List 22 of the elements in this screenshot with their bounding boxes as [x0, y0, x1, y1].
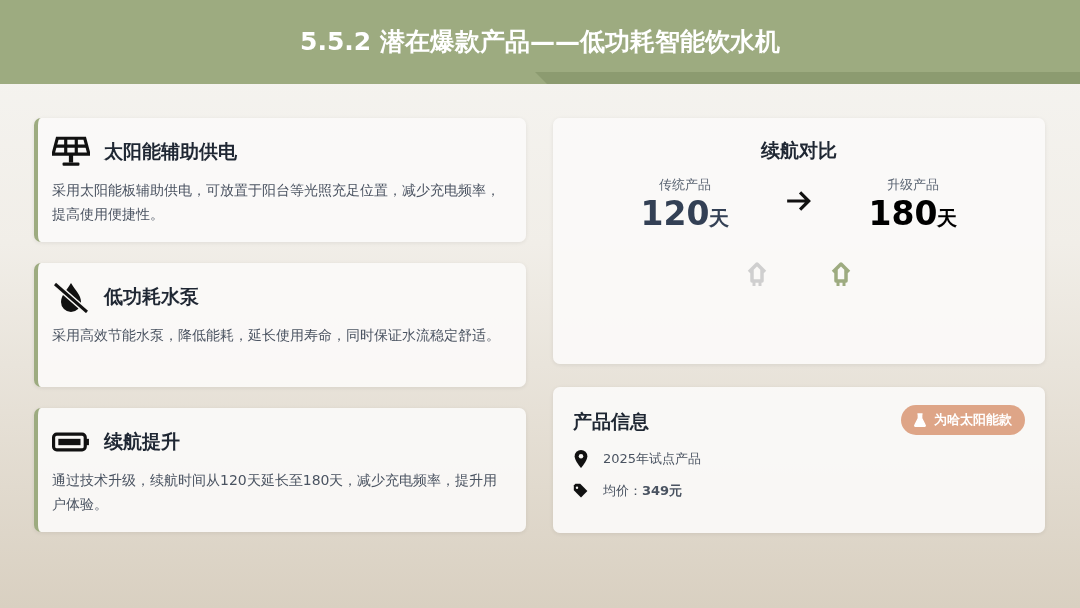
info-title: 产品信息	[573, 409, 649, 434]
right-arrow-icon	[785, 190, 813, 212]
comparison-label: 传统产品	[659, 176, 711, 194]
feature-title: 低功耗水泵	[104, 284, 199, 309]
info-text: 2025年试点产品	[603, 450, 702, 468]
comparison-value: 180天	[868, 194, 958, 235]
badge-label[interactable]: 为哈太阳能款	[901, 405, 1025, 435]
slide-title: 5.5.2 潜在爆款产品——低功耗智能饮水机	[300, 25, 780, 58]
feature-text: 采用太阳能板辅助供电，可放置于阳台等光照充足位置，减少充电频率，提高使用便捷性。	[52, 181, 501, 224]
info-text: 均价：349元	[603, 482, 683, 500]
feature-title: 续航提升	[104, 429, 180, 454]
flask-icon	[914, 413, 926, 427]
feature-text: 采用高效节能水泵，降低能耗，延长使用寿命，同时保证水流稳定舒适。	[52, 326, 501, 345]
comparison-value: 120天	[640, 194, 730, 235]
battery-icon	[52, 431, 90, 453]
location-pin-icon	[573, 449, 589, 469]
feature-text: 通过技术升级，续航时间从120天延长至180天，减少充电频率，提升用户体验。	[52, 471, 499, 514]
comparison-label: 升级产品	[887, 176, 939, 194]
feature-title: 太阳能辅助供电	[104, 139, 237, 164]
no-water-drop-icon	[52, 281, 90, 313]
comparison-title: 续航对比	[761, 138, 837, 163]
solar-panel-icon	[52, 136, 90, 168]
